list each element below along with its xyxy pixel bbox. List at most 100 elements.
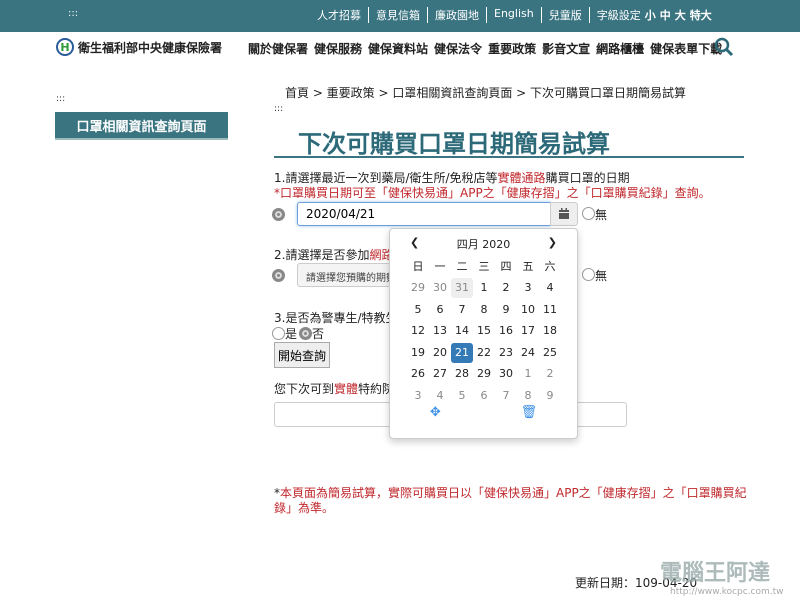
link-integrity[interactable]: 廉政園地	[428, 7, 487, 23]
nav-policy[interactable]: 重要政策	[488, 40, 536, 57]
sidebar-mask-info-button[interactable]: 口罩相關資訊查詢頁面	[55, 112, 228, 140]
start-query-button[interactable]: 開始查詢	[274, 342, 330, 368]
calendar-day[interactable]: 3	[517, 278, 539, 298]
q1-none-radio[interactable]	[582, 207, 595, 220]
nav-services[interactable]: 健保服務	[314, 40, 362, 57]
font-medium[interactable]: 中	[660, 7, 671, 23]
calendar-button[interactable]	[550, 202, 578, 226]
breadcrumb: 首頁 > 重要政策 > 口罩相關資訊查詢頁面 > 下次可購買口罩日期簡易試算	[285, 86, 687, 100]
calendar-day[interactable]: 7	[451, 300, 473, 320]
calendar-day[interactable]: 24	[517, 343, 539, 363]
calendar-day[interactable]: 11	[539, 300, 561, 320]
accesskey-top[interactable]: :::	[68, 8, 78, 19]
q2-label: 2.請選擇是否參加網路預	[274, 248, 406, 262]
calendar-day[interactable]: 10	[517, 300, 539, 320]
calendar-icon	[559, 208, 569, 219]
q3-no-label: 否	[312, 327, 325, 341]
q1-none-label: 無	[595, 208, 608, 222]
font-small[interactable]: 小	[645, 7, 656, 23]
calendar-day[interactable]: 4	[429, 386, 451, 406]
calendar-day[interactable]: 29	[473, 364, 495, 384]
calendar-day[interactable]: 8	[517, 386, 539, 406]
calendar-day[interactable]: 27	[429, 364, 451, 384]
calendar-day[interactable]: 2	[539, 364, 561, 384]
datepicker-popup: ❮ 四月 2020 ❯ 日一二三四五六 29 30 31 1 2 3 4 5 6 7 8 9 10 11 12…	[389, 228, 578, 439]
calendar-day[interactable]: 6	[429, 300, 451, 320]
logo-text: 衛生福利部中央健康保險署	[78, 40, 223, 55]
calendar-day[interactable]: 20	[429, 343, 451, 363]
calendar-day[interactable]: 25	[539, 343, 561, 363]
calendar-day[interactable]: 13	[429, 321, 451, 341]
logo-icon: H	[56, 38, 74, 56]
calendar-day[interactable]: 4	[539, 278, 561, 298]
calendar-day[interactable]: 17	[517, 321, 539, 341]
calendar-day[interactable]: 26	[407, 364, 429, 384]
q2-none-radio[interactable]	[582, 268, 595, 281]
weekday-header: 日	[412, 259, 424, 273]
prev-month-icon[interactable]: ❮	[410, 236, 419, 252]
q3-no-radio[interactable]	[299, 327, 312, 340]
nav-media[interactable]: 影音文宣	[542, 40, 590, 57]
calendar-day[interactable]: 15	[473, 321, 495, 341]
calendar-day[interactable]: 7	[495, 386, 517, 406]
calendar-day[interactable]: 5	[451, 386, 473, 406]
calendar-day[interactable]: 1	[473, 278, 495, 298]
top-bar: ::: 人才招募 意見信箱 廉政園地 English 兒童版 字級設定 小 中 …	[0, 0, 800, 32]
calendar-day[interactable]: 9	[495, 300, 517, 320]
calendar-day[interactable]: 29	[407, 278, 429, 298]
q1-date-radio[interactable]	[272, 208, 285, 221]
calendar-day[interactable]: 28	[451, 364, 473, 384]
weekday-header: 二	[456, 259, 468, 273]
calendar-day[interactable]: 8	[473, 300, 495, 320]
calendar-day[interactable]: 30	[429, 278, 451, 298]
nav-data[interactable]: 健保資料站	[368, 40, 428, 57]
top-links: 人才招募 意見信箱 廉政園地 English 兒童版 字級設定 小 中 大 特大	[310, 7, 719, 23]
link-feedback[interactable]: 意見信箱	[369, 7, 428, 23]
result-label: 您下次可到實體特約院	[274, 382, 395, 396]
calendar-day[interactable]: 21	[451, 342, 473, 363]
q3-label: 3.是否為警專生/特教生	[274, 311, 398, 325]
q2-select-radio[interactable]	[272, 269, 285, 282]
calendar-day[interactable]: 9	[539, 386, 561, 406]
nav-about[interactable]: 關於健保署	[248, 40, 308, 57]
footnote: *本頁面為簡易試算，實際可購買日以「健保快易通」APP之「健康存摺」之「口罩購買…	[274, 486, 747, 515]
purchase-date-input[interactable]	[297, 202, 551, 226]
link-careers[interactable]: 人才招募	[310, 7, 369, 23]
font-size-label: 字級設定	[596, 9, 641, 22]
calendar-day[interactable]: 16	[495, 321, 517, 341]
font-large[interactable]: 大	[675, 7, 686, 23]
title-divider	[274, 156, 744, 158]
calendar-day[interactable]: 30	[495, 364, 517, 384]
q3-yes-radio[interactable]	[272, 327, 285, 340]
weekday-header: 三	[478, 259, 490, 273]
calendar-day[interactable]: 19	[407, 343, 429, 363]
calendar-month-title[interactable]: 四月 2020	[457, 236, 511, 252]
calendar-day[interactable]: 31	[451, 278, 473, 299]
q2-none-label: 無	[595, 269, 608, 283]
accesskey-main[interactable]: :::	[274, 104, 283, 114]
site-logo[interactable]: H 衛生福利部中央健康保險署	[56, 38, 222, 56]
calendar-day[interactable]: 18	[539, 321, 561, 341]
link-english[interactable]: English	[487, 7, 542, 23]
watermark-url: http://www.kocpc.com.tw	[670, 587, 784, 597]
select-time-icon[interactable]: ✥	[430, 405, 441, 420]
nav-online[interactable]: 網路櫃檯	[596, 40, 644, 57]
search-icon[interactable]	[714, 37, 734, 57]
calendar-day[interactable]: 23	[495, 343, 517, 363]
calendar-day[interactable]: 6	[473, 386, 495, 406]
calendar-day[interactable]: 3	[407, 386, 429, 406]
nav-laws[interactable]: 健保法令	[434, 40, 482, 57]
calendar-day[interactable]: 5	[407, 300, 429, 320]
calendar-day[interactable]: 1	[517, 364, 539, 384]
calendar-day[interactable]: 2	[495, 278, 517, 298]
clear-trash-icon[interactable]: 🗑	[521, 405, 538, 420]
q1-note: *口罩購買日期可至「健保快易通」APP之「健康存摺」之「口罩購買紀錄」查詢。	[274, 186, 711, 200]
calendar-day[interactable]: 14	[451, 321, 473, 341]
next-month-icon[interactable]: ❯	[548, 236, 557, 252]
link-kids[interactable]: 兒童版	[542, 7, 590, 23]
nav-forms[interactable]: 健保表單下載	[650, 40, 722, 57]
calendar-day[interactable]: 12	[407, 321, 429, 341]
calendar-day[interactable]: 22	[473, 343, 495, 363]
accesskey-side[interactable]: :::	[56, 94, 65, 104]
font-xlarge[interactable]: 特大	[690, 7, 712, 23]
